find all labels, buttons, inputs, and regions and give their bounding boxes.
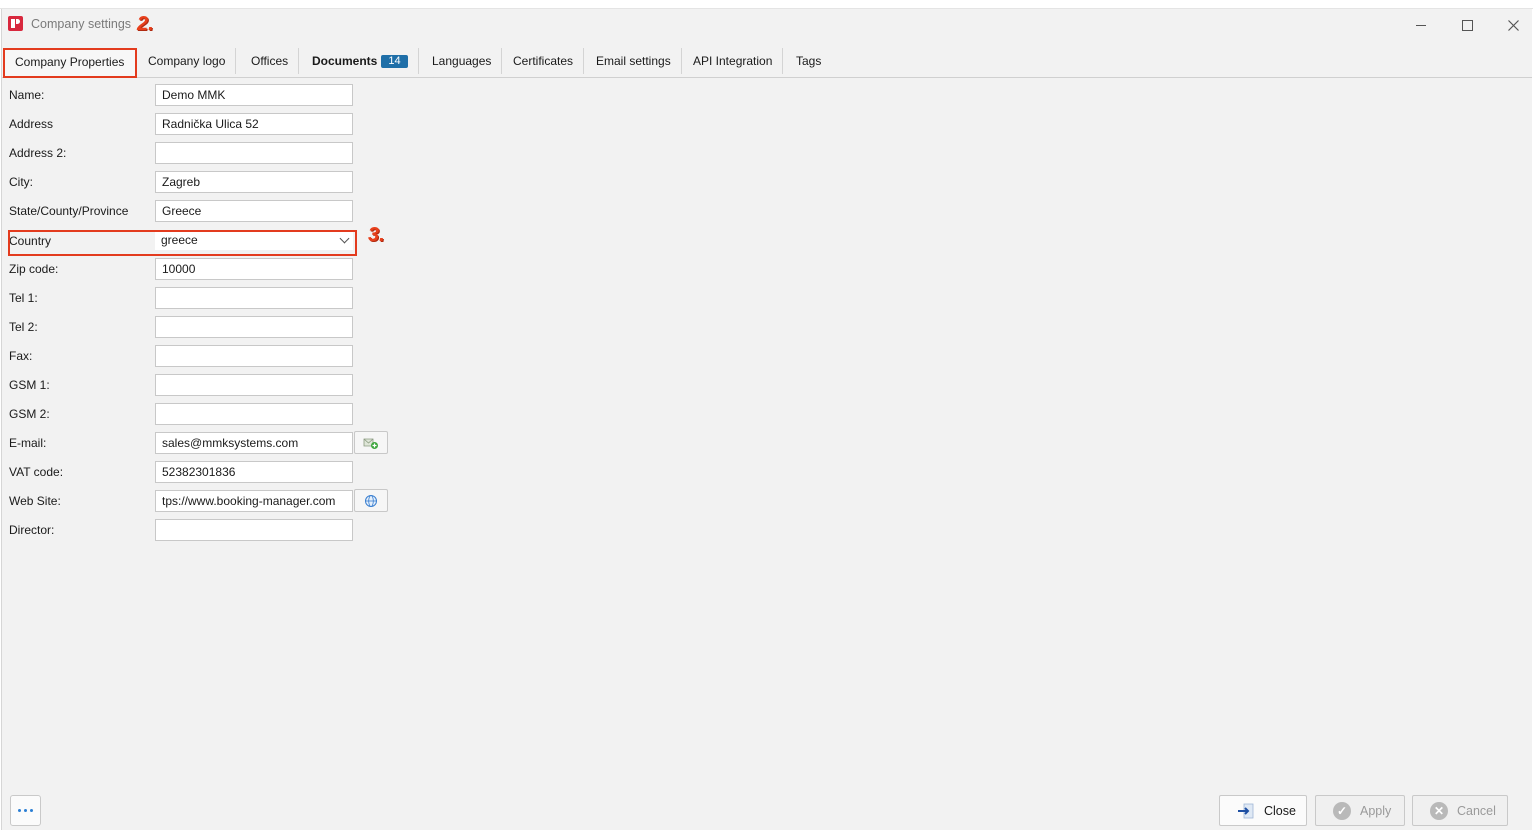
- address-field[interactable]: Radnička Ulica 52: [155, 113, 353, 135]
- tab-api-integration[interactable]: API Integration: [683, 48, 784, 74]
- vat-field[interactable]: 52382301836: [155, 461, 353, 483]
- documents-count-badge: 14: [381, 55, 408, 68]
- row-website: Web Site: tps://www.booking-manager.com: [2, 489, 402, 512]
- country-select[interactable]: greece: [155, 230, 353, 250]
- row-city: City: Zagreb: [2, 171, 402, 193]
- cancel-button[interactable]: ✕ Cancel: [1412, 795, 1508, 826]
- more-options-button[interactable]: [10, 795, 41, 826]
- check-icon: ✓: [1332, 801, 1352, 821]
- row-gsm2: GSM 2:: [2, 403, 402, 425]
- address2-label: Address 2:: [9, 146, 67, 160]
- gsm1-field[interactable]: [155, 374, 353, 396]
- gsm2-field[interactable]: [155, 403, 353, 425]
- tab-offices[interactable]: Offices: [241, 48, 300, 74]
- close-icon: [1507, 19, 1519, 31]
- director-field[interactable]: [155, 519, 353, 541]
- row-gsm1: GSM 1:: [2, 374, 402, 396]
- app-logo-icon: [8, 16, 23, 31]
- check-circle: ✓: [1333, 801, 1351, 820]
- row-address: Address Radnička Ulica 52: [2, 113, 402, 135]
- row-zip: Zip code: 10000: [2, 258, 402, 280]
- state-field[interactable]: Greece: [155, 200, 353, 222]
- row-vat: VAT code: 52382301836: [2, 461, 402, 483]
- fax-label: Fax:: [9, 349, 33, 363]
- vat-label: VAT code:: [9, 465, 64, 479]
- send-email-button[interactable]: [354, 431, 388, 454]
- row-state: State/County/Province Greece: [2, 200, 402, 222]
- tab-certificates[interactable]: Certificates: [503, 48, 585, 74]
- background-strip: [0, 0, 1533, 9]
- cancel-x-icon: ✕: [1429, 801, 1449, 821]
- more-dots-icon: [30, 809, 33, 812]
- country-value: greece: [161, 233, 198, 247]
- add-mail-icon: [363, 438, 378, 449]
- tel1-field[interactable]: [155, 287, 353, 309]
- state-label: State/County/Province: [9, 204, 129, 218]
- director-label: Director:: [9, 523, 55, 537]
- tab-company-properties[interactable]: Company Properties: [3, 48, 137, 78]
- open-website-button[interactable]: [354, 489, 388, 512]
- minimize-button[interactable]: [1406, 13, 1436, 37]
- gsm1-label: GSM 1:: [9, 378, 50, 392]
- row-email: E-mail: sales@mmksystems.com: [2, 431, 402, 454]
- cancel-button-label: Cancel: [1457, 803, 1496, 818]
- exit-arrow-icon: [1236, 801, 1256, 821]
- zip-label: Zip code:: [9, 262, 59, 276]
- email-label: E-mail:: [9, 436, 47, 450]
- cancel-circle: ✕: [1430, 801, 1448, 820]
- address2-field[interactable]: [155, 142, 353, 164]
- tel2-field[interactable]: [155, 316, 353, 338]
- company-settings-window: Company settings 2. Company Properties C…: [1, 9, 1532, 830]
- tel2-label: Tel 2:: [9, 320, 38, 334]
- zip-field[interactable]: 10000: [155, 258, 353, 280]
- close-window-button[interactable]: [1498, 13, 1528, 37]
- row-director: Director:: [2, 519, 402, 541]
- fax-field[interactable]: [155, 345, 353, 367]
- minimize-icon: [1416, 24, 1426, 26]
- city-field[interactable]: Zagreb: [155, 171, 353, 193]
- tab-documents-label: Documents: [312, 54, 378, 68]
- chevron-down-icon: [339, 233, 350, 244]
- row-fax: Fax:: [2, 345, 402, 367]
- gsm2-label: GSM 2:: [9, 407, 50, 421]
- row-tel2: Tel 2:: [2, 316, 402, 338]
- tel1-label: Tel 1:: [9, 291, 38, 305]
- globe-icon: [365, 494, 377, 507]
- window-title: Company settings: [31, 17, 132, 31]
- website-field[interactable]: tps://www.booking-manager.com: [155, 490, 353, 512]
- maximize-icon: [1461, 19, 1473, 31]
- row-address2: Address 2:: [2, 142, 402, 164]
- name-label: Name:: [9, 88, 45, 102]
- maximize-button[interactable]: [1452, 13, 1482, 37]
- tab-documents[interactable]: Documents 14: [302, 48, 419, 74]
- name-field[interactable]: Demo MMK: [155, 84, 353, 106]
- tab-company-logo[interactable]: Company logo: [138, 48, 237, 74]
- website-label: Web Site:: [9, 494, 61, 508]
- tab-bar: Company Properties Company logo Offices …: [2, 47, 1532, 78]
- tab-email-settings[interactable]: Email settings: [586, 48, 682, 74]
- apply-button[interactable]: ✓ Apply: [1315, 795, 1405, 826]
- row-tel1: Tel 1:: [2, 287, 402, 309]
- title-bar: Company settings 2.: [2, 9, 1532, 41]
- step-marker-2: 2.: [137, 13, 154, 35]
- row-name: Name: Demo MMK: [2, 84, 402, 106]
- country-label: Country: [9, 234, 52, 248]
- close-button-label: Close: [1264, 803, 1296, 818]
- close-button[interactable]: Close: [1219, 795, 1307, 826]
- address-label: Address: [9, 117, 54, 131]
- row-country: Country greece: [2, 230, 402, 252]
- more-dots-icon: [18, 809, 21, 812]
- email-field[interactable]: sales@mmksystems.com: [155, 432, 353, 454]
- city-label: City:: [9, 175, 33, 189]
- tab-languages[interactable]: Languages: [422, 48, 503, 74]
- step-marker-3: 3.: [368, 224, 385, 246]
- apply-button-label: Apply: [1360, 803, 1392, 818]
- tab-tags[interactable]: Tags: [786, 48, 831, 74]
- more-dots-icon: [24, 809, 27, 812]
